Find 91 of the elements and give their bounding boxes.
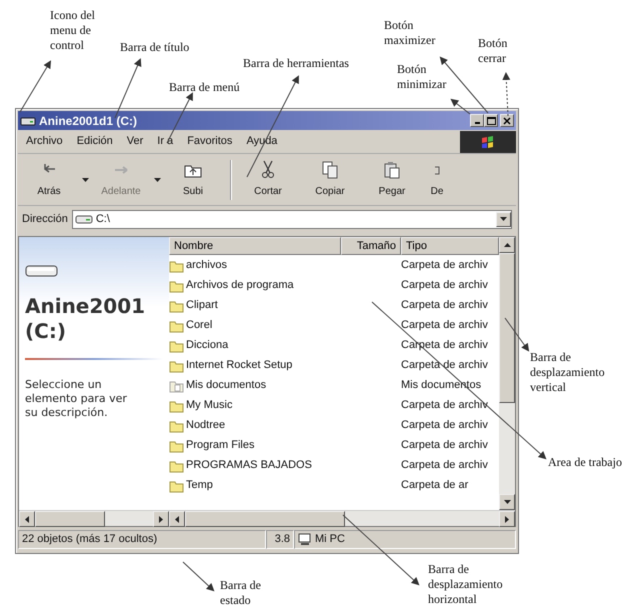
file-type: Carpeta de archiv xyxy=(401,318,489,333)
status-size: 3.8 xyxy=(274,532,290,547)
callout-label: Barra de desplazamiento horizontal xyxy=(428,562,503,607)
callout-label: Icono del menu de control xyxy=(50,8,95,53)
computer-icon xyxy=(298,533,312,545)
drive-title: Anine2001 (C:) xyxy=(25,294,146,344)
down-arrow-icon xyxy=(504,500,510,504)
left-arrow-icon xyxy=(175,516,179,522)
callout-label: Barra de menú xyxy=(169,80,240,95)
toolbar-button[interactable]: Subi xyxy=(162,160,224,199)
caret-icon xyxy=(500,217,507,221)
callout-arrow xyxy=(182,562,214,592)
callout-label: Barra de desplazamiento vertical xyxy=(530,350,605,395)
callout-label: Barra de título xyxy=(120,40,190,55)
flag-icon xyxy=(481,136,495,148)
toolbar-button[interactable]: Atrás xyxy=(18,160,80,199)
file-type: Carpeta de ar xyxy=(401,478,470,493)
scroll-thumb[interactable] xyxy=(185,511,345,527)
toolbar-button[interactable]: De xyxy=(423,160,451,199)
address-label: Dirección xyxy=(22,212,68,227)
paste-icon xyxy=(382,160,402,180)
file-name[interactable]: Corel xyxy=(186,316,212,334)
file-name[interactable]: Clipart xyxy=(186,296,218,314)
minimize-icon xyxy=(474,122,480,124)
file-name[interactable]: Nodtree xyxy=(186,416,226,434)
scroll-thumb[interactable] xyxy=(35,511,105,527)
toolbar-button[interactable]: Copiar xyxy=(299,160,361,199)
status-text: 22 objetos (más 17 ocultos) xyxy=(22,532,158,547)
file-name[interactable]: My Music xyxy=(186,396,232,414)
file-name[interactable]: PROGRAMAS BAJADOS xyxy=(186,456,312,474)
scroll-left-button[interactable] xyxy=(19,511,35,527)
file-name[interactable]: Internet Rocket Setup xyxy=(186,356,292,374)
up-arrow-icon xyxy=(504,243,510,247)
toolbar-button[interactable]: Pegar xyxy=(361,160,423,199)
scroll-right-button[interactable] xyxy=(153,511,169,527)
horizontal-scrollbar[interactable] xyxy=(19,510,169,526)
file-name[interactable]: Temp xyxy=(186,476,213,494)
callout-label: Area de trabajo xyxy=(548,455,622,470)
callout-label: Barra de herramientas xyxy=(243,56,349,71)
maximize-icon xyxy=(486,116,496,124)
scroll-down-button[interactable] xyxy=(499,494,515,510)
minimize-button[interactable] xyxy=(470,114,484,127)
callout-arrow xyxy=(20,60,52,112)
control-menu-icon xyxy=(20,114,36,126)
file-name[interactable]: archivos xyxy=(186,256,227,274)
callout-label: Botón maximizer xyxy=(384,18,436,48)
callout-label: Barra de estado xyxy=(220,578,261,608)
scroll-up-button[interactable] xyxy=(499,237,515,253)
vertical-scrollbar[interactable] xyxy=(499,237,515,510)
menu-item[interactable]: Favoritos xyxy=(187,133,232,150)
scroll-right-button[interactable] xyxy=(499,511,515,527)
menu-item[interactable]: Edición xyxy=(76,133,113,150)
menu-item[interactable]: Ver xyxy=(126,133,144,150)
column-header[interactable]: Nombre xyxy=(169,237,341,255)
column-header[interactable]: Tipo xyxy=(401,237,499,255)
drive-icon xyxy=(74,213,93,225)
dropdown-button[interactable] xyxy=(496,212,511,226)
menu-item[interactable]: Archivo xyxy=(26,133,63,150)
description-text: Seleccione un elemento para ver su descripción. xyxy=(25,378,128,420)
address-field[interactable]: C:\ xyxy=(72,210,512,228)
scroll-thumb[interactable] xyxy=(499,253,515,403)
file-type: Carpeta de archiv xyxy=(401,398,489,413)
forward-arrow-icon xyxy=(114,166,128,174)
file-type: Carpeta de archiv xyxy=(401,298,489,313)
window-title: Anine2001d1 (C:) xyxy=(39,112,138,130)
file-name[interactable]: Mis documentos xyxy=(186,376,266,394)
scroll-left-button[interactable] xyxy=(169,511,185,527)
file-type: Carpeta de archiv xyxy=(401,278,489,293)
file-type: Carpeta de archiv xyxy=(401,418,489,433)
file-type: Carpeta de archiv xyxy=(401,358,489,373)
file-name[interactable]: Program Files xyxy=(186,436,254,454)
drive-icon xyxy=(25,263,59,280)
file-type: Carpeta de archiv xyxy=(401,458,489,473)
file-type: Carpeta de archiv xyxy=(401,258,489,273)
right-arrow-icon xyxy=(159,516,163,522)
status-location: Mi PC xyxy=(315,532,345,547)
copy-icon xyxy=(320,160,340,180)
callout-label: Botón minimizar xyxy=(397,62,446,92)
horizontal-scrollbar[interactable] xyxy=(169,510,515,526)
toolbar-button[interactable]: Cortar xyxy=(237,160,299,199)
right-arrow-icon xyxy=(505,516,509,522)
column-header[interactable]: Tamaño xyxy=(341,237,401,255)
callout-label: Botón cerrar xyxy=(478,36,508,66)
left-arrow-icon xyxy=(25,516,29,522)
file-name[interactable]: Dicciona xyxy=(186,336,228,354)
file-type: Carpeta de archiv xyxy=(401,438,489,453)
close-icon xyxy=(503,116,511,124)
file-name[interactable]: Archivos de programa xyxy=(186,276,294,294)
close-button[interactable] xyxy=(500,114,514,127)
callout-arrow xyxy=(502,72,510,116)
maximize-button[interactable] xyxy=(484,114,498,127)
